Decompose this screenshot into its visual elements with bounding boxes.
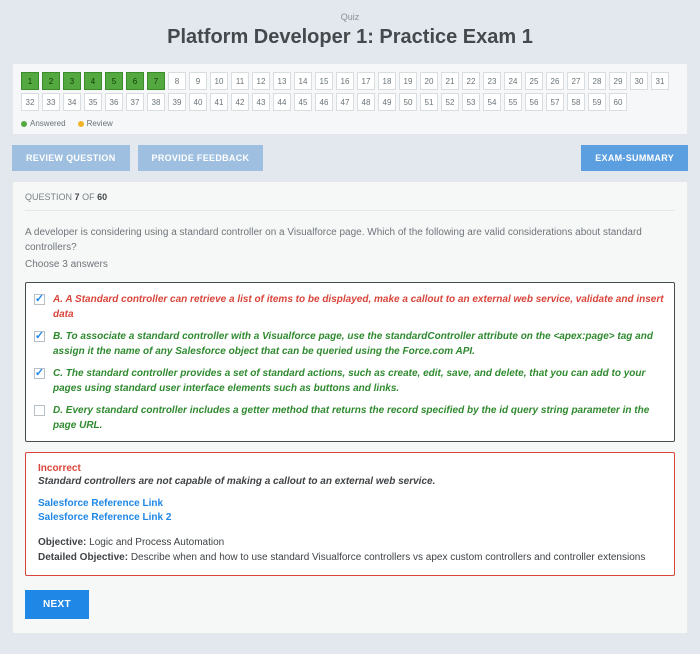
page-title: Platform Developer 1: Practice Exam 1 (12, 26, 688, 49)
nav-cell-24[interactable]: 24 (504, 72, 522, 90)
nav-cell-23[interactable]: 23 (483, 72, 501, 90)
nav-cell-53[interactable]: 53 (462, 93, 480, 111)
nav-cell-17[interactable]: 17 (357, 72, 375, 90)
answers-box: A. A Standard controller can retrieve a … (25, 282, 675, 442)
answer-A[interactable]: A. A Standard controller can retrieve a … (34, 289, 666, 326)
nav-cell-19[interactable]: 19 (399, 72, 417, 90)
nav-cell-16[interactable]: 16 (336, 72, 354, 90)
nav-cell-21[interactable]: 21 (441, 72, 459, 90)
legend-answered: Answered (30, 119, 66, 128)
nav-cell-32[interactable]: 32 (21, 93, 39, 111)
nav-cell-60[interactable]: 60 (609, 93, 627, 111)
question-nav-grid: 1234567891011121314151617181920212223242… (21, 72, 679, 111)
nav-cell-5[interactable]: 5 (105, 72, 123, 90)
nav-cell-2[interactable]: 2 (42, 72, 60, 90)
nav-cell-40[interactable]: 40 (189, 93, 207, 111)
checkbox-icon[interactable] (34, 294, 45, 305)
nav-cell-46[interactable]: 46 (315, 93, 333, 111)
nav-cell-7[interactable]: 7 (147, 72, 165, 90)
nav-cell-35[interactable]: 35 (84, 93, 102, 111)
nav-cell-50[interactable]: 50 (399, 93, 417, 111)
question-header: QUESTION 7 OF 60 (25, 192, 675, 211)
answer-text: A. A Standard controller can retrieve a … (53, 293, 666, 322)
toolbar: REVIEW QUESTION PROVIDE FEEDBACK EXAM-SU… (12, 145, 688, 171)
nav-cell-51[interactable]: 51 (420, 93, 438, 111)
nav-cell-54[interactable]: 54 (483, 93, 501, 111)
feedback-verdict: Incorrect (38, 463, 662, 474)
nav-cell-38[interactable]: 38 (147, 93, 165, 111)
nav-cell-26[interactable]: 26 (546, 72, 564, 90)
nav-cell-45[interactable]: 45 (294, 93, 312, 111)
exam-summary-button[interactable]: EXAM-SUMMARY (581, 145, 688, 171)
checkbox-icon[interactable] (34, 331, 45, 342)
nav-cell-10[interactable]: 10 (210, 72, 228, 90)
feedback-objective: Objective: Logic and Process Automation … (38, 535, 662, 565)
nav-cell-56[interactable]: 56 (525, 93, 543, 111)
nav-cell-8[interactable]: 8 (168, 72, 186, 90)
next-button[interactable]: NEXT (25, 590, 89, 619)
nav-cell-49[interactable]: 49 (378, 93, 396, 111)
nav-cell-20[interactable]: 20 (420, 72, 438, 90)
nav-cell-22[interactable]: 22 (462, 72, 480, 90)
nav-cell-29[interactable]: 29 (609, 72, 627, 90)
dot-icon (78, 121, 84, 127)
answer-C[interactable]: C. The standard controller provides a se… (34, 363, 666, 400)
nav-legend: Answered Review (21, 119, 679, 128)
question-nav-panel: 1234567891011121314151617181920212223242… (12, 63, 688, 135)
nav-cell-25[interactable]: 25 (525, 72, 543, 90)
nav-cell-12[interactable]: 12 (252, 72, 270, 90)
checkbox-icon[interactable] (34, 405, 45, 416)
feedback-box: Incorrect Standard controllers are not c… (25, 452, 675, 576)
review-question-button[interactable]: REVIEW QUESTION (12, 145, 130, 171)
nav-cell-30[interactable]: 30 (630, 72, 648, 90)
feedback-explanation: Standard controllers are not capable of … (38, 476, 662, 487)
nav-cell-4[interactable]: 4 (84, 72, 102, 90)
nav-cell-41[interactable]: 41 (210, 93, 228, 111)
nav-cell-47[interactable]: 47 (336, 93, 354, 111)
nav-cell-55[interactable]: 55 (504, 93, 522, 111)
provide-feedback-button[interactable]: PROVIDE FEEDBACK (138, 145, 264, 171)
question-panel: QUESTION 7 OF 60 A developer is consider… (12, 181, 688, 634)
nav-cell-43[interactable]: 43 (252, 93, 270, 111)
nav-cell-57[interactable]: 57 (546, 93, 564, 111)
nav-cell-1[interactable]: 1 (21, 72, 39, 90)
nav-cell-44[interactable]: 44 (273, 93, 291, 111)
nav-cell-33[interactable]: 33 (42, 93, 60, 111)
legend-review: Review (87, 119, 113, 128)
nav-cell-27[interactable]: 27 (567, 72, 585, 90)
nav-cell-37[interactable]: 37 (126, 93, 144, 111)
nav-cell-59[interactable]: 59 (588, 93, 606, 111)
nav-cell-13[interactable]: 13 (273, 72, 291, 90)
nav-cell-34[interactable]: 34 (63, 93, 81, 111)
nav-cell-58[interactable]: 58 (567, 93, 585, 111)
quiz-label: Quiz (12, 12, 688, 22)
nav-cell-18[interactable]: 18 (378, 72, 396, 90)
nav-cell-42[interactable]: 42 (231, 93, 249, 111)
nav-cell-31[interactable]: 31 (651, 72, 669, 90)
reference-link-2[interactable]: Salesforce Reference Link 2 (38, 511, 662, 525)
nav-cell-52[interactable]: 52 (441, 93, 459, 111)
nav-cell-6[interactable]: 6 (126, 72, 144, 90)
answer-B[interactable]: B. To associate a standard controller wi… (34, 326, 666, 363)
nav-cell-3[interactable]: 3 (63, 72, 81, 90)
answer-text: C. The standard controller provides a se… (53, 367, 666, 396)
nav-cell-14[interactable]: 14 (294, 72, 312, 90)
answer-text: B. To associate a standard controller wi… (53, 330, 666, 359)
answer-text: D. Every standard controller includes a … (53, 404, 666, 433)
answer-D[interactable]: D. Every standard controller includes a … (34, 400, 666, 437)
nav-cell-48[interactable]: 48 (357, 93, 375, 111)
nav-cell-28[interactable]: 28 (588, 72, 606, 90)
reference-link-1[interactable]: Salesforce Reference Link (38, 497, 662, 511)
question-choose: Choose 3 answers (25, 259, 675, 270)
nav-cell-9[interactable]: 9 (189, 72, 207, 90)
nav-cell-39[interactable]: 39 (168, 93, 186, 111)
nav-cell-11[interactable]: 11 (231, 72, 249, 90)
question-prompt: A developer is considering using a stand… (25, 225, 675, 255)
nav-cell-15[interactable]: 15 (315, 72, 333, 90)
dot-icon (21, 121, 27, 127)
nav-cell-36[interactable]: 36 (105, 93, 123, 111)
checkbox-icon[interactable] (34, 368, 45, 379)
